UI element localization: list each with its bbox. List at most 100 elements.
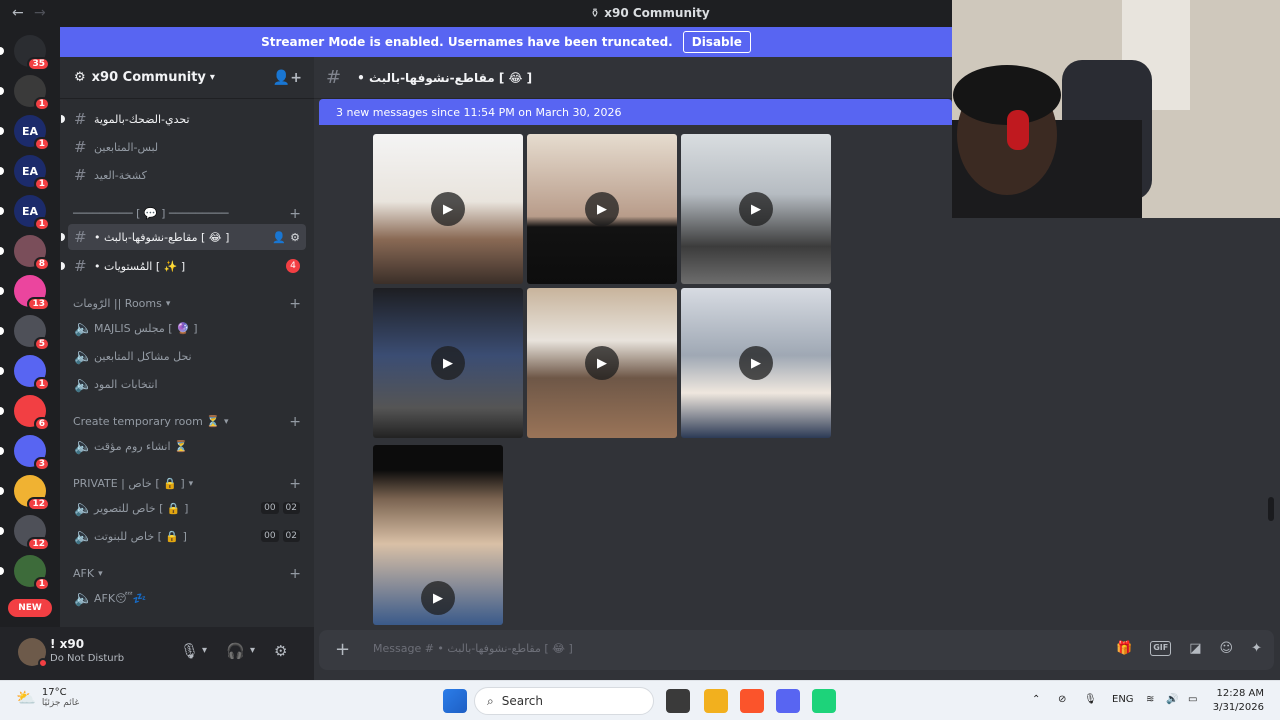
channel-item[interactable]: # كشخة-العيد [68,162,306,188]
server-icon[interactable]: 13 [14,275,50,311]
voice-channel-item[interactable]: 🔈 انتخابات المود [68,371,306,397]
weather-description: غائم جزئيًا [41,698,80,708]
streaming-app-icon[interactable] [812,689,836,713]
server-icon[interactable]: 3 [14,435,50,471]
play-icon[interactable]: ▶ [585,346,619,380]
wifi-icon[interactable]: ≋ [1146,694,1154,705]
play-icon[interactable]: ▶ [421,581,455,615]
voice-channel-item[interactable]: 🔈 نحل مشاكل المتابعين [68,343,306,369]
video-thumbnail[interactable]: ▶ [373,288,523,438]
channel-item[interactable]: # لبس-المتابعين [68,134,306,160]
microphone-icon[interactable]: 🎙 [180,642,199,660]
voice-channel-item[interactable]: 🔈 AFK😴💤 [68,585,306,611]
server-unread-indicator [0,287,4,295]
battery-icon[interactable]: ▭ [1188,694,1197,705]
discord-app-icon[interactable] [776,689,800,713]
sticker-icon[interactable]: ◪ [1189,641,1201,656]
video-thumbnail[interactable]: ▶ [527,134,677,284]
server-icon[interactable]: 12 [14,515,50,551]
server-icon[interactable]: EA 1 [14,115,50,151]
voice-channel-item[interactable]: 🔈 MAJLIS مجلس [ 🔮 ] [68,315,306,341]
server-icon[interactable]: 12 [14,475,50,511]
add-channel-icon[interactable]: + [289,296,301,312]
chevron-up-icon[interactable]: ⌃ [1032,694,1040,705]
video-thumbnail[interactable]: ▶ [373,134,523,284]
headphones-icon[interactable]: 🎧 [226,642,245,660]
category-divider[interactable]: ───────── [ 💬 ] ───────── + [73,206,301,222]
gear-icon[interactable]: ⚙ [274,642,287,660]
new-messages-bar[interactable]: 3 new messages since 11:54 PM on March 3… [319,99,952,125]
play-icon[interactable]: ▶ [431,346,465,380]
scrollbar-thumb[interactable] [1268,497,1274,521]
add-channel-icon[interactable]: + [289,414,301,430]
server-icon[interactable]: EA 1 [14,195,50,231]
channel-label: AFK😴💤 [94,591,147,605]
play-icon[interactable]: ▶ [739,192,773,226]
task-view-icon[interactable] [666,689,690,713]
speaker-icon: 🔈 [74,527,93,545]
gear-icon[interactable]: ⚙ [290,231,300,244]
channel-item-active[interactable]: # • مقاطع-نشوفها-بالبث [ 😂 ] 👤 ⚙ [61,224,306,250]
server-icon[interactable]: 35 [14,35,50,71]
category-temporary[interactable]: Create temporary room ⏳ ▾ + [73,414,301,430]
channel-item[interactable]: # تحدي-الضحك-بالموية [61,106,306,132]
video-thumbnail[interactable]: ▶ [527,288,677,438]
add-attachment-icon[interactable]: + [335,639,350,660]
server-mention-badge: 35 [27,57,50,71]
invite-icon[interactable]: 👤 [272,231,286,244]
server-icon[interactable]: 6 [14,395,50,431]
video-thumbnail[interactable]: ▶ [681,134,831,284]
disable-streamer-mode-button[interactable]: Disable [682,31,751,53]
clock[interactable]: 12:28 AM 3/31/2026 [1213,687,1264,715]
emoji-icon[interactable]: ☺ [1220,641,1234,656]
gif-icon[interactable]: GIF [1150,641,1172,656]
video-thumbnail[interactable]: ▶ [373,445,503,625]
chevron-down-icon[interactable]: ▾ [250,645,255,656]
apps-icon[interactable]: ✦ [1251,641,1262,656]
hash-icon: # [326,67,342,88]
security-icon[interactable]: ⊘ [1058,694,1066,705]
chevron-down-icon[interactable]: ▾ [202,645,207,656]
language-indicator[interactable]: ENG [1112,694,1134,705]
play-icon[interactable]: ▶ [431,192,465,226]
microphone-icon[interactable]: 🎙 [1084,694,1097,705]
category-private[interactable]: PRIVATE | خاص [ 🔒 ] ▾ + [73,476,301,492]
channel-item[interactable]: # • المُستويات [ ✨ ] 4 [61,253,306,279]
message-composer[interactable]: + Message # • مقاطع-نشوفها-بالبث [ 😂 ] 🎁… [319,630,1274,670]
voice-channel-item[interactable]: 🔈 خاص للتصوير [ 🔒 ] 00 02 [68,495,306,521]
volume-icon[interactable]: 🔊 [1166,694,1178,705]
category-afk[interactable]: AFK ▾ + [73,566,301,582]
file-explorer-icon[interactable] [704,689,728,713]
message-input[interactable]: Message # • مقاطع-نشوفها-بالبث [ 😂 ] [373,642,573,655]
play-icon[interactable]: ▶ [739,346,773,380]
brave-browser-icon[interactable] [740,689,764,713]
weather-widget[interactable]: ⛅ 17°C غائم جزئيًا [16,687,79,708]
windows-start-icon[interactable] [443,689,467,713]
play-icon[interactable]: ▶ [585,192,619,226]
server-mention-badge: 8 [33,257,50,271]
back-icon[interactable]: ← [12,5,24,21]
add-channel-icon[interactable]: + [289,566,301,582]
gift-icon[interactable]: 🎁 [1116,641,1132,656]
voice-channel-item[interactable]: 🔈 انشاء روم مؤقت ⏳ [68,433,306,459]
server-icon[interactable]: 5 [14,315,50,351]
unread-indicator [61,115,65,123]
server-icon[interactable]: 8 [14,235,50,271]
add-member-icon[interactable]: 👤+ [273,70,302,86]
server-mention-badge: 5 [33,337,50,351]
add-channel-icon[interactable]: + [289,476,301,492]
server-icon[interactable]: EA 1 [14,155,50,191]
search-box[interactable]: ⌕ Search [474,687,654,715]
server-icon[interactable]: 1 [14,75,50,111]
username[interactable]: ! x90 [50,637,84,651]
voice-channel-item[interactable]: 🔈 خاص للبنوتت [ 🔒 ] 00 02 [68,523,306,549]
server-icon[interactable]: 1 [14,555,50,591]
guild-header[interactable]: ⚙ x90 Community ▾ 👤+ [60,57,314,99]
clock-time: 12:28 AM [1216,688,1264,699]
new-badge[interactable]: NEW [8,599,52,617]
server-icon[interactable]: 1 [14,355,50,391]
category-rooms[interactable]: الرّومات || Rooms ▾ + [73,296,301,312]
add-channel-icon[interactable]: + [289,206,301,222]
forward-icon[interactable]: → [34,5,46,21]
video-thumbnail[interactable]: ▶ [681,288,831,438]
